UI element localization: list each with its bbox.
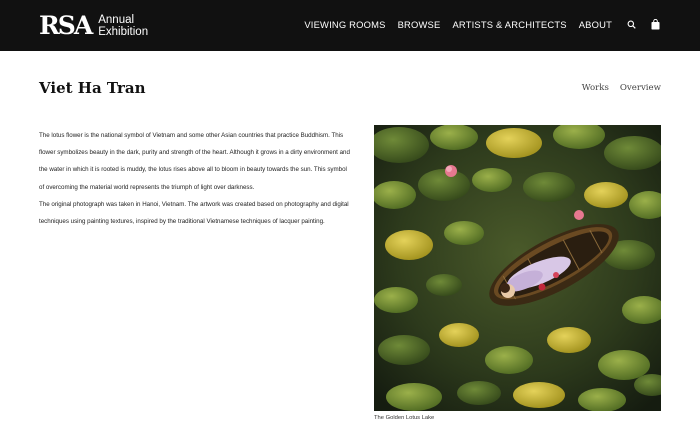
description-paragraph: The original photograph was taken in Han…	[39, 200, 349, 226]
rsa-logo[interactable]: RSA Annual Exhibition	[39, 13, 148, 38]
nav-artists-architects[interactable]: ARTISTS & ARCHITECTS	[452, 19, 566, 30]
main-nav: VIEWING ROOMS BROWSE ARTISTS & ARCHITECT…	[292, 18, 660, 30]
tab-works[interactable]: Works	[582, 83, 609, 93]
shopping-bag-icon[interactable]	[650, 18, 660, 30]
artist-name: Viet Ha Tran	[39, 79, 146, 97]
logo-mark: RSA	[39, 11, 93, 40]
artwork-caption: The Golden Lotus Lake	[374, 415, 435, 421]
artwork-image[interactable]	[374, 125, 661, 411]
logo-line-annual: Annual	[98, 13, 135, 26]
top-navigation-bar: RSA Annual Exhibition VIEWING ROOMS BROW…	[0, 0, 700, 51]
nav-browse[interactable]: BROWSE	[398, 19, 441, 30]
artwork-illustration	[374, 125, 661, 411]
tab-overview[interactable]: Overview	[620, 83, 661, 93]
logo-line-exhibition: Exhibition	[98, 25, 149, 38]
nav-about[interactable]: ABOUT	[579, 19, 612, 30]
artist-subnav: Works Overview	[571, 83, 661, 93]
logo-text: Annual Exhibition	[98, 14, 148, 38]
artwork-description: The lotus flower is the national symbol …	[39, 127, 352, 230]
description-paragraph: The lotus flower is the national symbol …	[39, 132, 350, 191]
search-icon[interactable]	[626, 18, 636, 30]
nav-viewing-rooms[interactable]: VIEWING ROOMS	[304, 19, 385, 30]
